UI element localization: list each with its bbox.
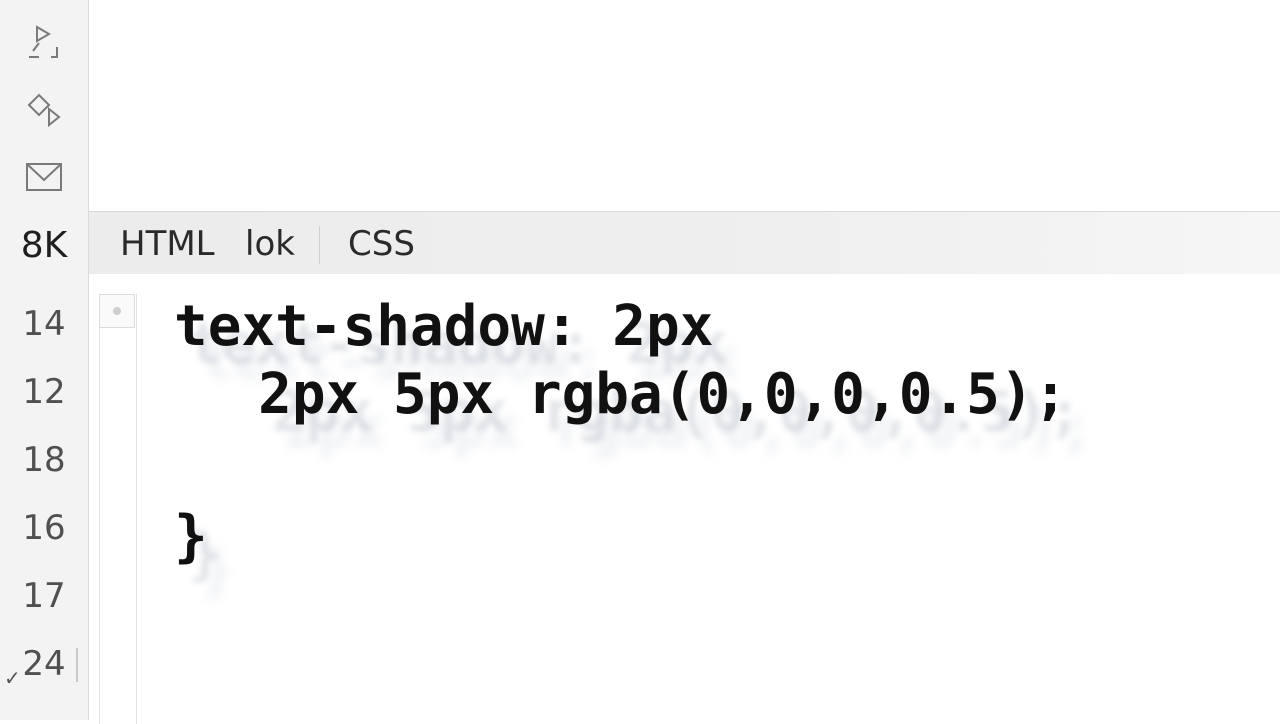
code-line[interactable]: }: [174, 504, 208, 570]
tab-html[interactable]: HTML: [120, 224, 215, 264]
line-number: 8K: [20, 225, 68, 266]
code-line[interactable]: text-shadow: 2px: [174, 294, 713, 360]
pen-tool-icon[interactable]: [22, 20, 66, 64]
line-number: 12: [22, 372, 66, 412]
line-number: 14: [22, 304, 66, 344]
line-number: 18: [22, 440, 66, 480]
tab-divider: [319, 226, 320, 264]
gutter-marker: [76, 648, 78, 682]
fold-column: [99, 294, 137, 724]
line-number: 17: [22, 576, 66, 616]
tab-lok[interactable]: lok: [245, 224, 295, 264]
line-number: 16: [22, 508, 66, 548]
line-gutter: 8K 14 12 18 16 17 24 ✓: [0, 0, 89, 720]
code-line[interactable]: 2px 5px rgba(0,0,0,0.5);: [157, 362, 1067, 428]
paint-bucket-icon[interactable]: [22, 88, 66, 132]
fold-marker[interactable]: [99, 294, 135, 328]
code-editor[interactable]: text-shadow: 2px 2px 5px rgba(0,0,0,0.5)…: [89, 274, 1280, 724]
mail-icon[interactable]: [22, 155, 66, 199]
tab-css[interactable]: CSS: [348, 224, 415, 264]
tab-bar: HTML lok CSS: [89, 211, 1280, 275]
check-mark-icon: ✓: [4, 666, 21, 690]
